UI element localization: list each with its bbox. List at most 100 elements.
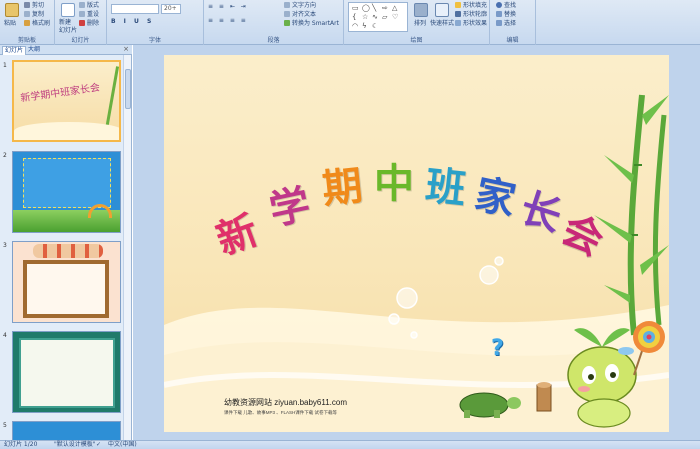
arrange-icon[interactable] <box>414 3 428 17</box>
format-painter-label: 格式刷 <box>32 20 51 27</box>
editing-group: 查找 替换 选择 编辑 <box>490 0 536 45</box>
smartart-icon <box>284 20 290 26</box>
title-char: 学 <box>265 180 315 235</box>
moon-shape-icon[interactable]: ☾ <box>372 22 378 30</box>
tab-slides[interactable]: 幻灯片 <box>2 46 27 55</box>
copy-button[interactable]: 复制 <box>24 11 44 19</box>
slide-thumb-5[interactable] <box>12 421 121 440</box>
callout-shape-icon[interactable]: ▱ <box>382 13 387 21</box>
slide-thumb-3[interactable] <box>12 241 121 323</box>
slides-panel: 幻灯片 大纲 × 1 新学期中班家长会 2 3 4 5 <box>0 45 132 440</box>
list-buttons[interactable]: ≡ ≡ ⇤ ⇥ <box>208 3 248 11</box>
status-language: 中文(中国) <box>108 441 137 448</box>
lightning-shape-icon[interactable]: ϟ <box>362 22 367 30</box>
shape-outline-button[interactable]: 形状轮廓 <box>455 11 487 19</box>
layout-icon <box>79 2 85 8</box>
select-button[interactable]: 选择 <box>496 20 516 28</box>
shape-effects-label: 形状效果 <box>463 20 488 27</box>
thumb-number-3: 3 <box>3 242 7 249</box>
title-char: 新 <box>210 206 265 265</box>
status-bar: 幻灯片 1/20 "默认设计模板" ✓ 中文(中国) <box>0 440 700 449</box>
slide-thumb-1[interactable]: 新学期中班家长会 <box>12 60 121 142</box>
line-shape-icon[interactable]: ╲ <box>372 4 376 12</box>
clipboard-group: 粘贴 剪切 复制 格式刷 剪贴板 <box>0 0 55 45</box>
find-button[interactable]: 查找 <box>496 2 516 10</box>
rectangle-shape-icon[interactable]: ▭ <box>352 4 359 12</box>
layout-button[interactable]: 版式 <box>79 2 99 10</box>
font-size-combo[interactable]: 20+ <box>161 4 181 14</box>
ribbon: 粘贴 剪切 复制 格式刷 剪贴板 新建 幻灯片 版式 重设 删除 幻灯片 20+… <box>0 0 700 45</box>
panel-scrollbar[interactable] <box>123 55 131 440</box>
slide-canvas[interactable]: 新学期中班家长会 ? 幼教资源网站 ziyuan.baby611.com 课件下… <box>164 55 669 432</box>
quick-styles-icon[interactable] <box>435 3 449 17</box>
thumb-1-wave <box>14 122 119 140</box>
delete-icon <box>79 20 85 26</box>
format-painter-button[interactable]: 格式刷 <box>24 20 50 28</box>
arc-shape-icon[interactable]: ◠ <box>352 22 358 30</box>
copy-icon <box>24 11 30 17</box>
cut-button[interactable]: 剪切 <box>24 2 44 10</box>
clipboard-group-label: 剪贴板 <box>17 37 36 44</box>
text-direction-button[interactable]: 文字方向 <box>284 2 316 10</box>
replace-button[interactable]: 替换 <box>496 11 516 19</box>
triangle-shape-icon[interactable]: △ <box>392 4 397 12</box>
delete-label: 删除 <box>87 20 100 27</box>
thumb-1-title: 新学期中班家长会 <box>19 82 101 105</box>
tab-outline[interactable]: 大纲 <box>26 46 42 55</box>
shape-effects-button[interactable]: 形状效果 <box>455 20 487 28</box>
status-slide-number: 幻灯片 1/20 <box>4 441 38 448</box>
drawing-group-label: 绘图 <box>410 37 423 44</box>
quick-styles-button[interactable]: 快速样式 <box>430 20 454 28</box>
thumb-3-frame <box>23 260 109 318</box>
fill-icon <box>455 2 461 8</box>
close-panel-icon[interactable]: × <box>123 45 129 53</box>
thumb-number-5: 5 <box>3 422 7 429</box>
status-theme: "默认设计模板" <box>54 441 96 448</box>
replace-icon <box>496 11 502 17</box>
thumb-number-1: 1 <box>3 62 7 69</box>
delete-button[interactable]: 删除 <box>79 20 99 28</box>
reset-button[interactable]: 重设 <box>79 11 99 19</box>
arrow-shape-icon[interactable]: ⇨ <box>382 4 388 12</box>
smartart-label: 转换为 SmartArt <box>292 20 339 27</box>
font-group: 20+ B I U S 字体 <box>107 0 204 45</box>
curve-shape-icon[interactable]: ∿ <box>372 13 378 21</box>
slide-title[interactable]: 新学期中班家长会 <box>164 55 669 432</box>
smartart-button[interactable]: 转换为 SmartArt <box>284 20 339 28</box>
align-text-button[interactable]: 对齐文本 <box>284 11 316 19</box>
replace-label: 替换 <box>504 11 517 18</box>
spellcheck-icon[interactable]: ✓ <box>96 441 101 449</box>
font-name-combo[interactable] <box>111 4 159 14</box>
slide-workspace: 新学期中班家长会 ? 幼教资源网站 ziyuan.baby611.com 课件下… <box>133 45 700 440</box>
arrange-button[interactable]: 排列 <box>414 20 426 28</box>
slide-thumb-2[interactable] <box>12 151 121 233</box>
paste-button[interactable]: 粘贴 <box>4 20 16 28</box>
heart-shape-icon[interactable]: ♡ <box>392 13 398 21</box>
reset-label: 重设 <box>87 11 100 18</box>
slides-group-label: 幻灯片 <box>71 37 90 44</box>
new-slide-icon[interactable] <box>61 3 75 17</box>
paragraph-group-label: 段落 <box>267 37 280 44</box>
paste-icon[interactable] <box>5 3 19 17</box>
align-buttons[interactable]: ≡ ≡ ≡ ≡ <box>208 17 248 25</box>
scissors-icon <box>24 2 30 8</box>
shape-fill-button[interactable]: 形状填充 <box>455 2 487 10</box>
site-line: 幼教资源网站 ziyuan.baby611.com <box>224 398 348 407</box>
brace-shape-icon[interactable]: { <box>352 13 356 21</box>
panel-scroll-thumb[interactable] <box>125 69 131 109</box>
select-icon <box>496 20 502 26</box>
shapes-gallery[interactable]: ▭ ◯ ╲ ⇨ △ { ☆ ∿ ▱ ♡ ◠ ϟ ☾ <box>348 2 408 32</box>
brush-icon <box>24 20 30 26</box>
layout-label: 版式 <box>87 2 100 9</box>
new-slide-button[interactable]: 新建 幻灯片 <box>59 19 77 35</box>
oval-shape-icon[interactable]: ◯ <box>362 4 370 12</box>
slide-thumb-4[interactable] <box>12 331 121 413</box>
find-label: 查找 <box>504 2 517 9</box>
slides-group: 新建 幻灯片 版式 重设 删除 幻灯片 <box>55 0 107 45</box>
star-shape-icon[interactable]: ☆ <box>362 13 368 21</box>
font-format-buttons[interactable]: B I U S <box>111 18 154 26</box>
effects-icon <box>455 20 461 26</box>
text-direction-label: 文字方向 <box>292 2 317 9</box>
paragraph-group: ≡ ≡ ⇤ ⇥ ≡ ≡ ≡ ≡ 文字方向 对齐文本 转换为 SmartArt 段… <box>204 0 344 45</box>
title-char: 班 <box>423 162 468 213</box>
